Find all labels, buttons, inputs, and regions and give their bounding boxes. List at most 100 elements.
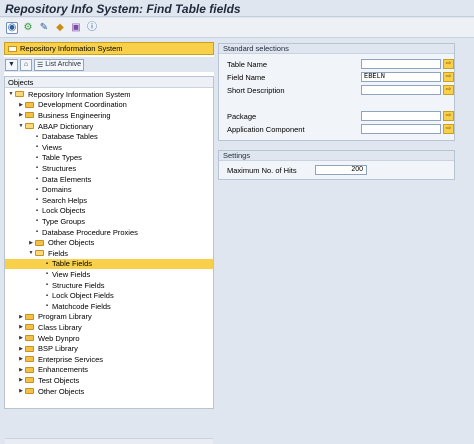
other-object-icon[interactable]: ◆ [54,22,66,34]
folder-icon [25,377,34,384]
tree-item-label: Table Fields [50,259,95,269]
nav-folder-icon [8,45,17,52]
execute-icon[interactable]: ◉ [6,21,18,34]
tree-item[interactable]: ▼ Fields [5,248,213,259]
tree-item[interactable]: ▪ Domains [5,184,213,195]
tree-item-label: Domains [42,185,72,195]
tree-item[interactable]: ▪ Database Procedure Proxies [5,227,213,238]
tree-item[interactable]: ▪ Table Types [5,153,213,164]
table-name-search-icon[interactable]: ⇨ [443,59,454,69]
tree-item[interactable]: ▪ Database Tables [5,131,213,142]
tree-item[interactable]: ▶ BSP Library [5,343,213,354]
tree-item[interactable]: ▪ Table Fields [5,258,213,270]
tree-item-label: Business Engineering [38,110,111,120]
tree-item[interactable]: ▪ Lock Object Fields [5,290,213,301]
tree-item-label: Other Objects [48,238,95,248]
tree-item[interactable]: ▶ Test Objects [5,375,213,386]
expand-arrow-icon[interactable]: ▶ [18,314,24,320]
tree-item-label: Structures [42,163,77,173]
settings-group: Settings Maximum No. of Hits 200 [218,150,455,180]
collapse-arrow-icon[interactable]: ▼ [18,123,24,129]
tree-item[interactable]: ▶ Enterprise Services [5,354,213,365]
display-toggle-icon[interactable]: ✎ [38,22,50,34]
tree-item-label: Views [42,142,62,152]
collapse-arrow-icon[interactable]: ▼ [8,91,14,97]
field-name-label: Field Name [227,73,266,82]
tree-item[interactable]: ▪ Views [5,142,213,153]
expand-arrow-icon[interactable]: ▶ [18,324,24,330]
package-input[interactable] [361,111,441,121]
tree-item[interactable]: ▶ Other Objects [5,237,213,248]
filter-icon[interactable]: ▼ [5,58,18,71]
expand-arrow-icon[interactable]: ▶ [18,388,24,394]
tree-item[interactable]: ▶ Class Library [5,322,213,333]
tree-item[interactable]: ▶ Business Engineering [5,110,213,121]
list-archive-button[interactable]: ☰ List Archive [33,58,85,71]
tree-item[interactable]: ▪ Matchcode Fields [5,301,213,312]
expand-arrow-icon[interactable]: ▶ [18,346,24,352]
tree-item-label: Structure Fields [52,280,105,290]
tree-item[interactable]: ▶ Program Library [5,312,213,323]
max-hits-input[interactable]: 200 [315,165,367,175]
folder-icon [25,345,34,352]
tree-item[interactable]: ▼ ABAP Dictionary [5,121,213,132]
tree-item[interactable]: ▼ Repository Information System [5,89,213,100]
tree-item[interactable]: ▪ Data Elements [5,174,213,185]
tree-item-label: BSP Library [38,344,78,354]
horizontal-scrollbar[interactable] [5,438,213,444]
expand-arrow-icon[interactable]: ▶ [18,377,24,383]
folder-icon [25,112,34,119]
home-icon[interactable]: ⌂ [19,58,32,71]
expand-arrow-icon[interactable]: ▶ [18,112,24,118]
tree-item[interactable]: ▪ View Fields [5,269,213,280]
tree-item-label: Lock Objects [42,206,86,216]
folder-icon [25,335,34,342]
tree-item[interactable]: ▶ Development Coordination [5,100,213,111]
package-search-icon[interactable]: ⇨ [443,111,454,121]
expand-arrow-icon[interactable]: ▶ [18,102,24,108]
tree-item[interactable]: ▪ Structure Fields [5,280,213,291]
tree-item-label: Fields [48,248,69,258]
tree-item-label: Database Tables [42,132,98,142]
tree-item-label: Web Dynpro [38,333,80,343]
folder-icon [25,388,34,395]
standard-selections-group: Standard selections Table Name ⇨ Field N… [218,43,455,141]
tree-item[interactable]: ▶ Enhancements [5,365,213,376]
short-description-search-icon[interactable]: ⇨ [443,85,454,95]
tree-item[interactable]: ▪ Search Helps [5,195,213,206]
application-component-input[interactable] [361,124,441,134]
tree-item-label: Matchcode Fields [52,301,111,311]
short-description-input[interactable] [361,85,441,95]
navigation-pane: Repository Information System ▼ ⌂ ☰ List… [4,42,214,444]
collapse-arrow-icon[interactable]: ▼ [28,250,34,256]
tree-item[interactable]: ▪ Structures [5,163,213,174]
folder-icon [15,91,24,98]
application-toolbar: ◉ ⚙ ✎ ◆ ▣ ⓘ [0,18,474,38]
info-icon[interactable]: ⓘ [86,22,98,34]
expand-arrow-icon[interactable]: ▶ [18,335,24,341]
table-name-input[interactable] [361,59,441,69]
folder-icon [25,313,34,320]
tree-item[interactable]: ▪ Type Groups [5,216,213,227]
tree-item[interactable]: ▶ Other Objects [5,386,213,397]
tree-item-label: Program Library [38,312,92,322]
expand-arrow-icon[interactable]: ▶ [18,356,24,362]
expand-arrow-icon[interactable]: ▶ [18,367,24,373]
expand-arrow-icon[interactable]: ▶ [28,240,34,246]
application-component-label: Application Component [227,125,305,134]
nav-header[interactable]: Repository Information System [4,42,214,55]
connections-icon[interactable]: ⚙ [22,22,34,34]
where-used-icon[interactable]: ▣ [70,22,82,34]
application-component-search-icon[interactable]: ⇨ [443,124,454,134]
tree-item[interactable]: ▶ Web Dynpro [5,333,213,344]
tree-item[interactable]: ▪ Lock Objects [5,206,213,217]
list-archive-label: List Archive [45,61,82,68]
max-hits-label: Maximum No. of Hits [227,166,297,175]
object-tree: Objects ▼ Repository Information System ▶ D… [4,76,214,444]
tree-item-label: Enterprise Services [38,354,104,364]
field-name-input[interactable]: EBELN [361,72,441,82]
table-name-label: Table Name [227,60,268,69]
standard-selections-title: Standard selections [219,44,454,54]
field-name-search-icon[interactable]: ⇨ [443,72,454,82]
tree-item-label: ABAP Dictionary [38,121,94,131]
